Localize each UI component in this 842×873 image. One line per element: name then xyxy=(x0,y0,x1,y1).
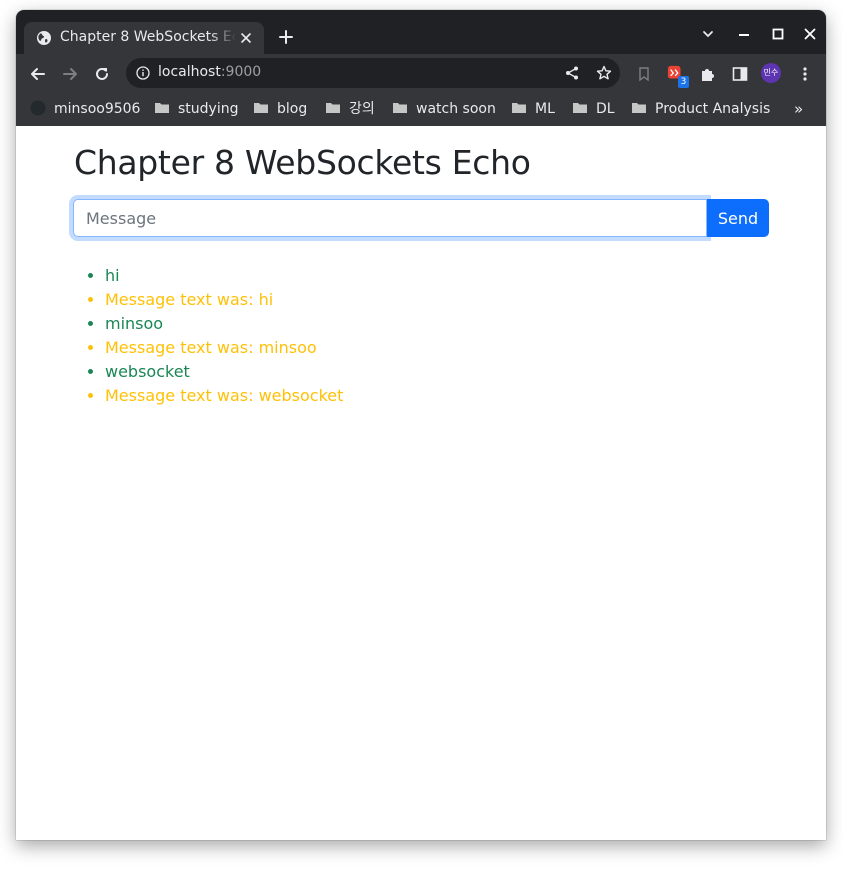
puzzle-icon[interactable] xyxy=(699,65,717,83)
bookmark-label: Product Analysis xyxy=(655,101,771,117)
bookmark-folder[interactable]: watch soon xyxy=(392,99,496,119)
folder-icon xyxy=(573,103,587,113)
github-icon xyxy=(30,100,46,116)
more-vert-icon[interactable] xyxy=(796,65,814,83)
bookmark-folder[interactable]: blog xyxy=(253,99,307,119)
sent-message: websocket xyxy=(105,360,343,384)
bookmarks-bar: minsoo9506 studying blog 강의 watch soon M… xyxy=(16,92,826,127)
address-bar[interactable]: localhost:9000 xyxy=(126,58,620,88)
new-tab-icon[interactable] xyxy=(278,29,294,45)
folder-icon xyxy=(632,103,646,113)
tab-strip: Chapter 8 WebSockets Echo xyxy=(16,10,826,54)
maximize-icon[interactable] xyxy=(770,26,786,42)
folder-icon xyxy=(155,103,169,113)
page-title: Chapter 8 WebSockets Echo xyxy=(74,143,531,182)
browser-window: Chapter 8 WebSockets Echo xyxy=(16,10,826,840)
url-host: localhost xyxy=(158,64,221,80)
reload-icon[interactable] xyxy=(93,65,111,83)
bookmark-item[interactable]: minsoo9506 xyxy=(30,99,140,119)
bookmark-label: DL xyxy=(596,101,615,117)
extension-badge-count: 3 xyxy=(678,76,689,88)
bookmark-folder[interactable]: DL xyxy=(572,99,615,119)
profile-avatar[interactable]: 민수 xyxy=(761,63,781,83)
bookmark-label: blog xyxy=(277,101,308,117)
minimize-icon[interactable] xyxy=(736,26,752,42)
close-tab-icon[interactable] xyxy=(238,30,254,46)
browser-tab[interactable]: Chapter 8 WebSockets Echo xyxy=(24,22,264,54)
folder-icon xyxy=(254,103,268,113)
folder-icon xyxy=(393,103,407,113)
bookmark-label: watch soon xyxy=(416,101,496,117)
bookmark-folder[interactable]: ML xyxy=(511,99,555,119)
send-button[interactable]: Send xyxy=(707,199,769,237)
chevron-down-icon[interactable] xyxy=(700,26,716,42)
bookmark-extension-icon[interactable] xyxy=(635,65,653,83)
echo-message: Message text was: hi xyxy=(105,288,343,312)
globe-icon xyxy=(37,31,51,45)
bookmark-label: ML xyxy=(535,101,555,117)
echo-message: Message text was: minsoo xyxy=(105,336,343,360)
bookmark-folder[interactable]: studying xyxy=(154,99,238,119)
echo-message: Message text was: websocket xyxy=(105,384,343,408)
url-text: localhost:9000 xyxy=(158,64,261,80)
bookmark-folder[interactable]: 강의 xyxy=(325,99,375,119)
message-input[interactable] xyxy=(73,199,707,237)
star-icon[interactable] xyxy=(596,65,612,81)
tab-title: Chapter 8 WebSockets Echo xyxy=(60,29,236,45)
page-content: Chapter 8 WebSockets Echo Send hi Messag… xyxy=(16,126,826,840)
forward-icon[interactable] xyxy=(61,65,79,83)
bookmarks-overflow-button[interactable]: » xyxy=(794,100,803,118)
share-icon[interactable] xyxy=(564,65,580,81)
side-panel-icon[interactable] xyxy=(731,65,749,83)
folder-icon xyxy=(512,103,526,113)
sent-message: hi xyxy=(105,264,343,288)
bookmark-label: studying xyxy=(178,101,239,117)
url-port: :9000 xyxy=(220,64,262,80)
bookmark-folder[interactable]: Product Analysis xyxy=(631,99,770,119)
back-icon[interactable] xyxy=(29,65,47,83)
folder-icon xyxy=(326,103,340,113)
message-form: Send xyxy=(73,199,769,237)
close-window-icon[interactable] xyxy=(802,26,818,42)
sent-message: minsoo xyxy=(105,312,343,336)
bookmark-label: minsoo9506 xyxy=(54,101,141,117)
info-icon[interactable] xyxy=(136,66,150,80)
bookmark-label: 강의 xyxy=(349,101,375,117)
browser-toolbar: localhost:9000 3 민수 xyxy=(16,54,826,92)
message-list: hi Message text was: hi minsoo Message t… xyxy=(73,264,343,408)
